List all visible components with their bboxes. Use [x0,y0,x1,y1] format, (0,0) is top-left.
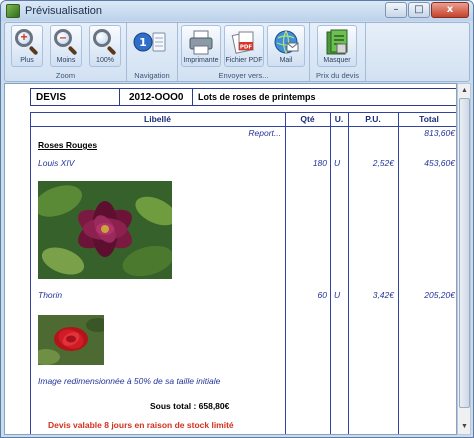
section-title: Roses Rouges [38,140,98,150]
item-qty: 180 [312,158,327,168]
price-group-label: Prix du devis [316,71,359,80]
scroll-down-arrow-icon[interactable]: ▼ [459,421,470,433]
title-bar[interactable]: Prévisualisation – □ x [1,1,473,21]
pdf-label: Fichier PDF [225,57,263,64]
zoom-out-button[interactable]: – Moins [50,25,82,67]
report-label: Report... [248,128,281,138]
column-total-header: Total [419,114,439,124]
zoom-in-button[interactable]: + Plus [11,25,43,67]
image-resize-note: Image redimensionnée à 50% de sa taille … [38,376,221,386]
mail-globe-icon [274,30,299,54]
item-unit: U [334,158,341,168]
preview-window: Prévisualisation – □ x + Plus – Moins 10… [0,0,474,438]
zoom-out-icon: – [52,28,80,56]
vertical-scrollbar[interactable]: ▲ ▼ [457,83,471,435]
zoom-group-label: Zoom [55,71,76,80]
printer-button[interactable]: Imprimante [181,25,221,67]
navigation-group: 1 Navigation [127,23,178,81]
zoom-group: + Plus – Moins 100% Zoom [5,23,127,81]
rose-louis-xiv-photo [38,181,172,279]
app-icon [6,4,20,18]
printer-label: Imprimante [183,57,219,64]
item-unit: U [334,290,341,300]
column-unit-header: U. [334,114,344,124]
quote-page: DEVIS 2012-OOO0 Lots de roses de printem… [30,88,456,434]
document-viewport[interactable]: DEVIS 2012-OOO0 Lots de roses de printem… [4,83,457,435]
scroll-thumb[interactable] [459,98,470,408]
table-header-border [30,126,456,127]
page-navigation-button[interactable]: 1 [133,29,166,63]
table-left-border [30,112,31,434]
quote-header: DEVIS 2012-OOO0 Lots de roses de printem… [30,88,456,106]
pdf-button[interactable]: PDF Fichier PDF [224,25,264,67]
zoom-in-label: Plus [20,57,34,64]
report-total: 813,60€ [424,128,455,138]
item-unit-price: 2,52€ [372,158,394,168]
item-total: 205,20€ [424,290,455,300]
hide-price-icon [326,29,348,55]
mail-button[interactable]: Mail [267,25,305,67]
column-qty-header: Qté [300,114,315,124]
maximize-button[interactable]: □ [408,2,430,18]
subtotal: Sous total : 658,80€ [150,401,230,411]
rose-thorin-photo [38,315,104,365]
hide-price-button[interactable]: Masquer [317,25,357,67]
send-to-group: Imprimante PDF Fichier PDF Mail Envoyer … [178,23,310,81]
mail-label: Mail [279,57,293,64]
item-total: 453,60€ [424,158,455,168]
item-qty: 60 [317,290,327,300]
item-label: Thorin [38,290,63,300]
hide-price-label: Masquer [323,57,351,64]
price-group: Masquer Prix du devis [310,23,366,81]
ribbon-toolbar: + Plus – Moins 100% Zoom 1 Navigation Im… [4,22,470,82]
navigation-group-label: Navigation [134,71,170,80]
column-label-header: Libellé [144,114,171,124]
svg-text:PDF: PDF [240,45,253,51]
unit-column-divider [330,112,331,434]
zoom-out-label: Moins [56,57,76,64]
column-unit-price-header: P.U. [365,114,381,124]
pdf-file-icon: PDF [231,31,254,54]
zoom-in-icon: + [13,28,41,56]
item-label: Louis XIV [38,158,75,168]
quote-subject: Lots de roses de printemps [198,92,316,102]
minimize-button[interactable]: – [385,2,407,18]
close-button[interactable]: x [431,2,469,18]
page-navigation-icon: 1 [133,32,166,52]
table-top-border [30,112,456,113]
zoom-100-button[interactable]: 100% [89,25,121,67]
send-to-group-label: Envoyer vers... [218,71,269,80]
document-type: DEVIS [31,89,120,105]
validity-warning: Devis valable 8 jours en raison de stock… [48,420,234,430]
scroll-up-arrow-icon[interactable]: ▲ [459,85,470,97]
item-unit-price: 3,42€ [372,290,394,300]
printer-icon [189,30,213,55]
window-title: Prévisualisation [25,5,103,17]
zoom-100-label: 100% [96,57,114,64]
svg-text:1: 1 [139,36,147,49]
window-controls: – □ x [385,2,469,18]
zoom-100-icon [91,28,119,56]
quote-number: 2012-OOO0 [120,89,193,105]
